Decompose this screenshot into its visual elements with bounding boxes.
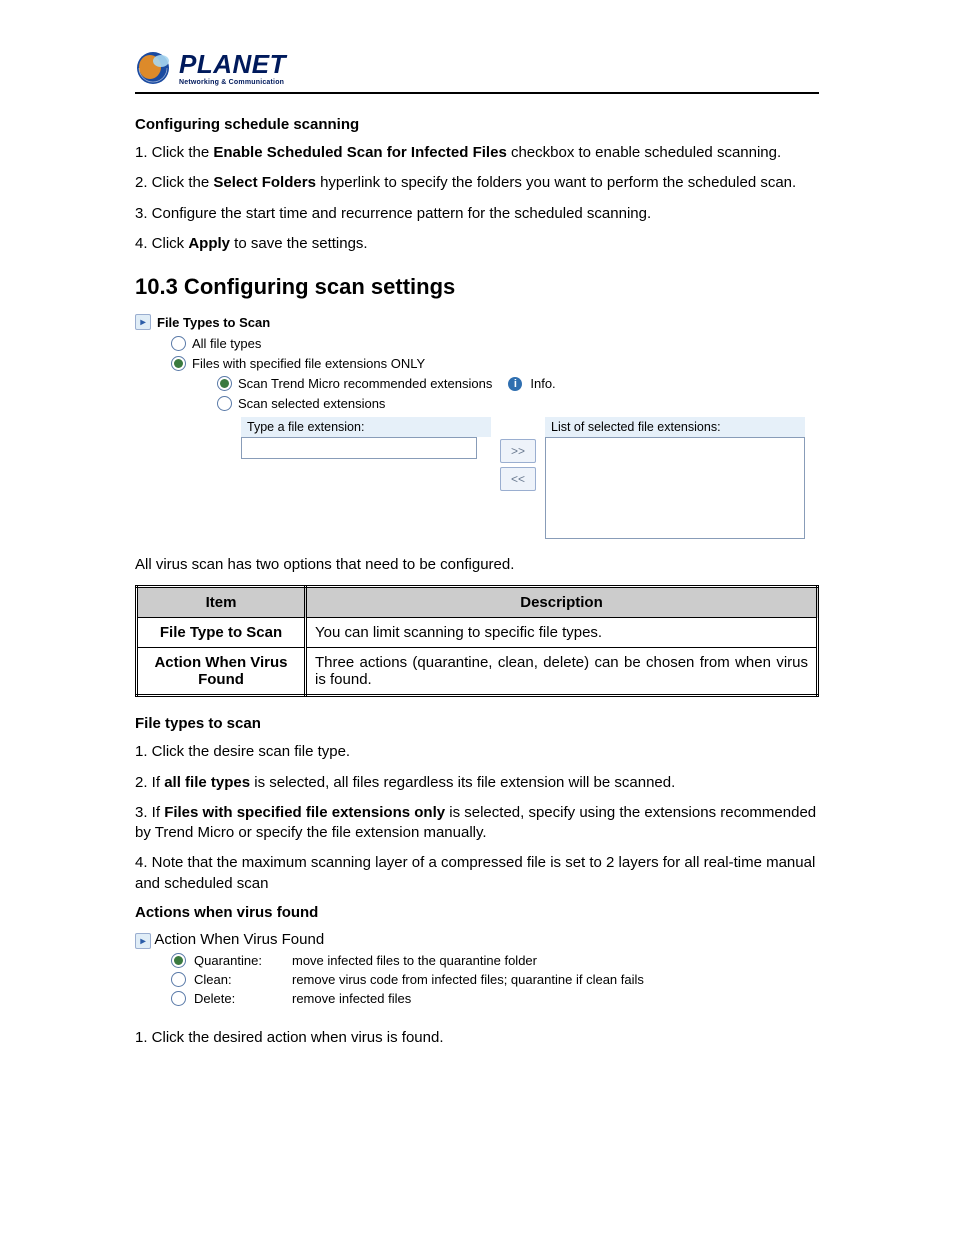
td-item: File Type to Scan: [137, 618, 306, 648]
radio-label: Delete:: [194, 991, 284, 1006]
intro-after-fts: All virus scan has two options that need…: [135, 555, 819, 575]
logo-tagline: Networking & Communication: [179, 79, 286, 86]
info-link[interactable]: Info.: [530, 376, 555, 391]
globe-icon: [135, 50, 171, 86]
radio-recommended-ext[interactable]: Scan Trend Micro recommended extensions …: [217, 376, 819, 391]
table-row: File Type to Scan You can limit scanning…: [137, 618, 818, 648]
radio-quarantine[interactable]: Quarantine: move infected files to the q…: [171, 953, 819, 968]
radio-icon: [171, 953, 186, 968]
radio-icon: [171, 972, 186, 987]
table-row: Action When Virus Found Three actions (q…: [137, 648, 818, 696]
action-desc: remove infected files: [292, 991, 819, 1006]
table-header-row: Item Description: [137, 587, 818, 618]
radio-icon: [217, 396, 232, 411]
extension-input[interactable]: [241, 437, 477, 459]
logo-text: PLANET Networking & Communication: [179, 51, 286, 86]
td-desc: Three actions (quarantine, clean, delete…: [306, 648, 818, 696]
radio-icon: [171, 336, 186, 351]
radio-label: Quarantine:: [194, 953, 284, 968]
file-types-panel-title: File Types to Scan: [157, 315, 270, 330]
schedule-step-4: 4. Click Apply to save the settings.: [135, 234, 819, 254]
radio-icon: [171, 356, 186, 371]
th-description: Description: [306, 587, 818, 618]
add-ext-button[interactable]: >>: [500, 439, 536, 463]
file-types-panel-header: ▸ File Types to Scan: [135, 314, 819, 330]
list-ext-label: List of selected file extensions:: [545, 417, 805, 437]
section-title-schedule: Configuring schedule scanning: [135, 116, 819, 133]
radio-selected-ext[interactable]: Scan selected extensions: [217, 396, 819, 411]
radio-delete[interactable]: Delete: remove infected files: [171, 991, 819, 1006]
action-desc: move infected files to the quarantine fo…: [292, 953, 819, 968]
radio-label: Scan Trend Micro recommended extensions: [238, 376, 492, 391]
file-types-panel: ▸ File Types to Scan All file types File…: [135, 314, 819, 539]
info-icon[interactable]: i: [508, 377, 522, 391]
radio-label: Clean:: [194, 972, 284, 987]
td-item: Action When Virus Found: [137, 648, 306, 696]
radio-label: Scan selected extensions: [238, 396, 385, 411]
schedule-step-1: 1. Click the Enable Scheduled Scan for I…: [135, 143, 819, 163]
radio-label: Files with specified file extensions ONL…: [192, 356, 425, 371]
awvf-step-1: 1. Click the desired action when virus i…: [135, 1028, 819, 1048]
extension-selector: Type a file extension: >> << List of sel…: [241, 417, 819, 539]
remove-ext-button[interactable]: <<: [500, 467, 536, 491]
arrow-right-icon: ▸: [135, 314, 151, 330]
td-desc: You can limit scanning to specific file …: [306, 618, 818, 648]
ftts-step-2: 2. If all file types is selected, all fi…: [135, 773, 819, 793]
logo-brand: PLANET: [179, 51, 286, 77]
options-table: Item Description File Type to Scan You c…: [135, 585, 819, 697]
th-item: Item: [137, 587, 306, 618]
section-title-actions: Actions when virus found: [135, 904, 819, 921]
type-ext-label: Type a file extension:: [241, 417, 491, 437]
extension-listbox[interactable]: [545, 437, 805, 539]
action-desc: remove virus code from infected files; q…: [292, 972, 819, 987]
ftts-step-1: 1. Click the desire scan file type.: [135, 742, 819, 762]
document-page: PLANET Networking & Communication Config…: [0, 0, 954, 1119]
page-header: PLANET Networking & Communication: [135, 50, 819, 94]
ftts-step-4: 4. Note that the maximum scanning layer …: [135, 853, 819, 894]
arrow-right-icon: ▸: [135, 933, 151, 949]
section-title-file-types: File types to scan: [135, 715, 819, 732]
action-panel-header: ▸ Action When Virus Found: [135, 931, 819, 950]
schedule-step-3: 3. Configure the start time and recurren…: [135, 204, 819, 224]
action-when-virus-panel: ▸ Action When Virus Found Quarantine: mo…: [135, 931, 819, 1007]
ftts-step-3: 3. If Files with specified file extensio…: [135, 803, 819, 844]
radio-label: All file types: [192, 336, 261, 351]
radio-specified-ext[interactable]: Files with specified file extensions ONL…: [171, 356, 819, 371]
heading-10-3: 10.3 Configuring scan settings: [135, 274, 819, 300]
radio-clean[interactable]: Clean: remove virus code from infected f…: [171, 972, 819, 987]
radio-all-file-types[interactable]: All file types: [171, 336, 819, 351]
schedule-step-2: 2. Click the Select Folders hyperlink to…: [135, 173, 819, 193]
action-panel-title: Action When Virus Found: [154, 931, 324, 948]
radio-icon: [171, 991, 186, 1006]
radio-icon: [217, 376, 232, 391]
